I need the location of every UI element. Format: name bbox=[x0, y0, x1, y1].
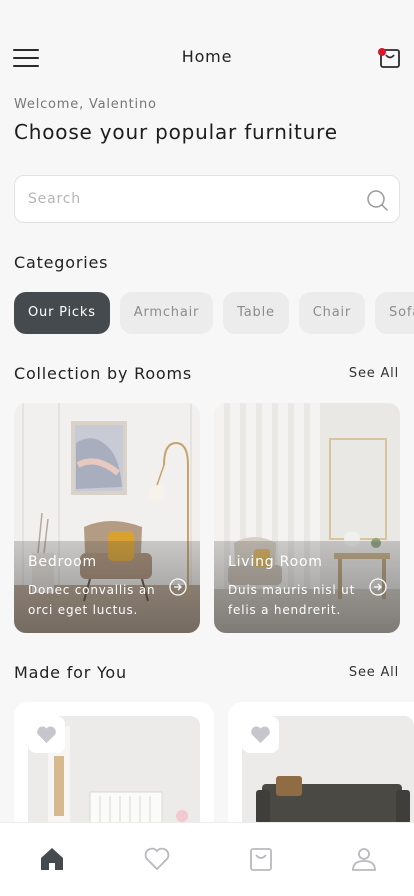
favorite-button[interactable] bbox=[28, 716, 65, 753]
arrow-right-circle-icon[interactable] bbox=[169, 578, 187, 596]
shopping-bag-icon bbox=[250, 848, 272, 871]
search-input[interactable] bbox=[28, 176, 348, 222]
page-title: Home bbox=[181, 47, 233, 66]
nav-home[interactable] bbox=[38, 845, 66, 873]
nav-favorites[interactable] bbox=[143, 845, 171, 873]
collection-see-all-link[interactable]: See All bbox=[349, 366, 399, 381]
headline: Choose your popular furniture bbox=[14, 120, 338, 144]
category-chip-sofa[interactable]: Sofa bbox=[375, 292, 414, 334]
heart-icon bbox=[37, 726, 56, 744]
heart-icon bbox=[144, 847, 170, 871]
room-name: Bedroom bbox=[28, 554, 97, 570]
room-card-living-room[interactable]: Living Room Duis mauris nisl ut felis a … bbox=[214, 403, 400, 633]
bottom-navigation bbox=[0, 822, 414, 896]
product-card[interactable] bbox=[14, 702, 214, 832]
welcome-text: Welcome, Valentino bbox=[14, 97, 157, 112]
heart-icon bbox=[251, 726, 270, 744]
favorite-button[interactable] bbox=[242, 716, 279, 753]
category-chip-chair[interactable]: Chair bbox=[298, 292, 366, 334]
nav-cart[interactable] bbox=[247, 845, 275, 873]
app-header: Home bbox=[0, 0, 414, 92]
category-chip-table[interactable]: Table bbox=[223, 292, 289, 334]
category-chips: Our PicksArmchairTableChairSofa bbox=[14, 292, 414, 334]
made-for-you-title: Made for You bbox=[14, 663, 127, 682]
category-chip-armchair[interactable]: Armchair bbox=[119, 292, 214, 334]
room-name: Living Room bbox=[228, 554, 323, 570]
search-icon[interactable] bbox=[365, 188, 389, 212]
user-icon bbox=[352, 848, 376, 871]
category-chip-our-picks[interactable]: Our Picks bbox=[14, 292, 110, 334]
home-icon bbox=[41, 848, 63, 870]
nav-profile[interactable] bbox=[350, 845, 378, 873]
cart-button[interactable] bbox=[378, 46, 402, 70]
product-card[interactable] bbox=[228, 702, 414, 832]
room-description: Duis mauris nisl ut felis a hendrerit. bbox=[228, 583, 356, 617]
search-bar bbox=[14, 175, 400, 223]
made-for-you-see-all-link[interactable]: See All bbox=[349, 665, 399, 680]
categories-title: Categories bbox=[14, 253, 109, 272]
room-card-bedroom[interactable]: Bedroom Donec convallis an orci eget luc… bbox=[14, 403, 200, 633]
room-description: Donec convallis an orci eget luctus. bbox=[28, 583, 156, 617]
cart-badge bbox=[378, 48, 386, 56]
arrow-right-circle-icon[interactable] bbox=[369, 578, 387, 596]
collection-title: Collection by Rooms bbox=[14, 364, 193, 383]
